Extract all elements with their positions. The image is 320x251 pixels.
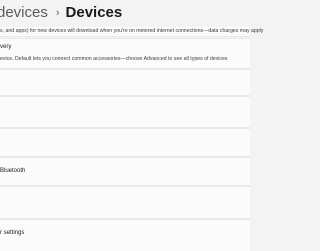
device-discovery-title: very bbox=[0, 44, 12, 50]
bluetooth-card[interactable]: Bluetooth bbox=[0, 157, 250, 186]
bluetooth-label: Bluetooth bbox=[0, 168, 26, 174]
settings-card-empty-3[interactable] bbox=[0, 128, 250, 157]
more-settings-label: r settings bbox=[0, 230, 25, 236]
more-settings-card[interactable]: r settings bbox=[0, 219, 250, 251]
breadcrumb-parent-link[interactable]: devices bbox=[0, 4, 48, 21]
device-discovery-description: evice. Default lets you connect common a… bbox=[0, 56, 228, 62]
settings-card-empty-4[interactable] bbox=[0, 186, 250, 219]
breadcrumb: devices › Devices bbox=[0, 4, 122, 21]
settings-card-empty-2[interactable] bbox=[0, 96, 250, 128]
metered-downloads-card: s, and apps) for new devices will downlo… bbox=[0, 27, 263, 37]
settings-card-empty-1[interactable] bbox=[0, 69, 250, 96]
chevron-right-icon: › bbox=[55, 6, 60, 19]
page-title: Devices bbox=[65, 4, 123, 21]
device-discovery-card[interactable]: very evice. Default lets you connect com… bbox=[0, 38, 250, 69]
metered-downloads-description: s, and apps) for new devices will downlo… bbox=[0, 28, 264, 34]
